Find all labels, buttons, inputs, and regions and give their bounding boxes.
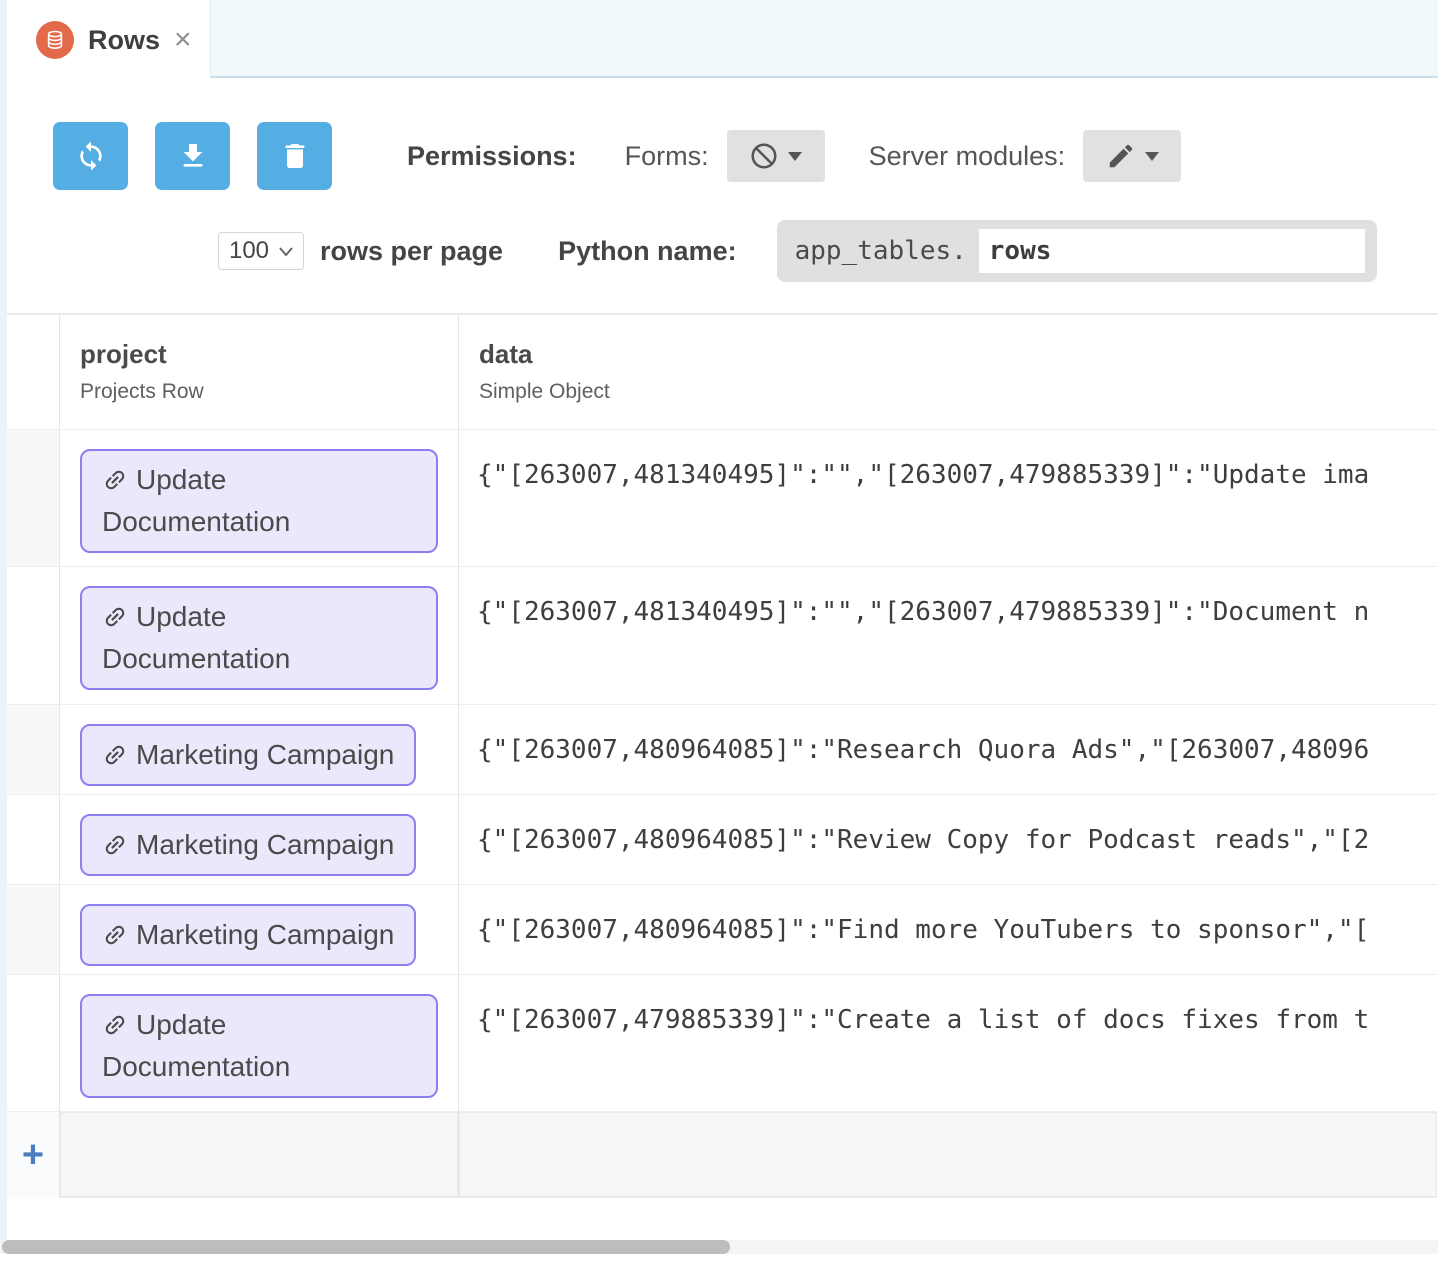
new-row-data-cell[interactable] — [459, 1112, 1437, 1198]
table-row-project-cell: Marketing Campaign — [60, 885, 459, 975]
chevron-down-icon — [279, 247, 293, 256]
link-icon — [102, 742, 128, 768]
column-name: data — [479, 339, 1437, 370]
table-row-data-cell[interactable]: {"[263007,481340495]":"","[263007,479885… — [459, 430, 1437, 567]
left-edge-strip — [0, 0, 7, 1254]
forms-permission-dropdown[interactable] — [727, 130, 825, 182]
tab-title: Rows — [88, 25, 160, 56]
row-gutter[interactable] — [7, 430, 60, 567]
row-gutter[interactable] — [7, 975, 60, 1112]
table-row-data-cell[interactable]: {"[263007,480964085]":"Research Quora Ad… — [459, 705, 1437, 795]
python-name-label: Python name: — [558, 236, 737, 267]
column-type: Simple Object — [479, 380, 1437, 404]
rows-per-page-label: rows per page — [320, 236, 503, 267]
new-row-project-cell[interactable] — [60, 1112, 459, 1198]
column-type: Projects Row — [80, 380, 458, 404]
delete-table-button[interactable] — [257, 122, 332, 190]
add-row-button[interactable]: + — [22, 1136, 44, 1174]
project-link-label: Update Documentation — [102, 1009, 290, 1082]
project-link-chip[interactable]: Update Documentation — [80, 449, 438, 553]
ban-icon — [749, 141, 779, 171]
table-row-data-cell[interactable]: {"[263007,481340495]":"","[263007,479885… — [459, 567, 1437, 705]
table-row-data-cell[interactable]: {"[263007,480964085]":"Find more YouTube… — [459, 885, 1437, 975]
table-row-project-cell: Update Documentation — [60, 567, 459, 705]
link-icon — [102, 922, 128, 948]
scrollbar-thumb[interactable] — [2, 1240, 730, 1254]
project-link-chip[interactable]: Update Documentation — [80, 586, 438, 690]
column-header-data[interactable]: data Simple Object — [459, 315, 1437, 430]
refresh-button[interactable] — [53, 122, 128, 190]
tab-rows[interactable]: Rows × — [18, 0, 210, 80]
row-data-json: {"[263007,480964085]":"Research Quora Ad… — [459, 705, 1437, 765]
server-modules-permission-dropdown[interactable] — [1083, 130, 1181, 182]
python-name-box: app_tables. — [777, 220, 1377, 282]
rows-per-page-value: 100 — [229, 237, 269, 265]
trash-icon — [279, 140, 311, 172]
download-icon — [177, 140, 209, 172]
table-row-project-cell: Marketing Campaign — [60, 705, 459, 795]
column-header-project[interactable]: project Projects Row — [60, 315, 459, 430]
python-name-prefix: app_tables. — [795, 236, 967, 266]
download-button[interactable] — [155, 122, 230, 190]
table-row-data-cell[interactable]: {"[263007,480964085]":"Review Copy for P… — [459, 795, 1437, 885]
link-icon — [102, 604, 128, 630]
row-gutter[interactable] — [7, 885, 60, 975]
horizontal-scrollbar[interactable] — [0, 1240, 1438, 1254]
table-toolbar: Permissions: Forms: Server modules: 100 … — [0, 80, 1438, 313]
project-link-label: Update Documentation — [102, 601, 290, 674]
add-row-gutter: + — [7, 1112, 60, 1198]
row-data-json: {"[263007,480964085]":"Review Copy for P… — [459, 795, 1437, 855]
forms-label: Forms: — [625, 141, 709, 172]
header-gutter — [7, 315, 60, 430]
project-link-chip[interactable]: Marketing Campaign — [80, 814, 416, 876]
tab-strip-empty-area — [210, 0, 1438, 78]
close-icon[interactable]: × — [174, 25, 192, 55]
project-link-chip[interactable]: Marketing Campaign — [80, 904, 416, 966]
link-icon — [102, 467, 128, 493]
chevron-down-icon — [788, 152, 802, 161]
row-gutter[interactable] — [7, 705, 60, 795]
project-link-label: Marketing Campaign — [136, 739, 394, 770]
table-row-project-cell: Update Documentation — [60, 975, 459, 1112]
permissions-label: Permissions: — [407, 141, 577, 172]
table-row-data-cell[interactable]: {"[263007,479885339]":"Create a list of … — [459, 975, 1437, 1112]
server-modules-label: Server modules: — [869, 141, 1066, 172]
link-icon — [102, 832, 128, 858]
project-link-chip[interactable]: Marketing Campaign — [80, 724, 416, 786]
row-data-json: {"[263007,480964085]":"Find more YouTube… — [459, 885, 1437, 945]
link-icon — [102, 1012, 128, 1038]
pencil-icon — [1106, 141, 1136, 171]
database-icon — [36, 21, 74, 59]
row-data-json: {"[263007,479885339]":"Create a list of … — [459, 975, 1437, 1035]
row-data-json: {"[263007,481340495]":"","[263007,479885… — [459, 567, 1437, 627]
row-data-json: {"[263007,481340495]":"","[263007,479885… — [459, 430, 1437, 490]
chevron-down-icon — [1145, 152, 1159, 161]
table-row-project-cell: Update Documentation — [60, 430, 459, 567]
project-link-label: Update Documentation — [102, 464, 290, 537]
project-link-chip[interactable]: Update Documentation — [80, 994, 438, 1098]
tab-strip: Rows × — [0, 0, 1438, 80]
table-row-project-cell: Marketing Campaign — [60, 795, 459, 885]
refresh-icon — [75, 140, 107, 172]
row-gutter[interactable] — [7, 567, 60, 705]
project-link-label: Marketing Campaign — [136, 919, 394, 950]
data-table: project Projects Row data Simple Object … — [7, 313, 1438, 1198]
project-link-label: Marketing Campaign — [136, 829, 394, 860]
row-gutter[interactable] — [7, 795, 60, 885]
python-name-input[interactable] — [979, 229, 1365, 273]
rows-per-page-select[interactable]: 100 — [218, 232, 304, 270]
column-name: project — [80, 339, 458, 370]
